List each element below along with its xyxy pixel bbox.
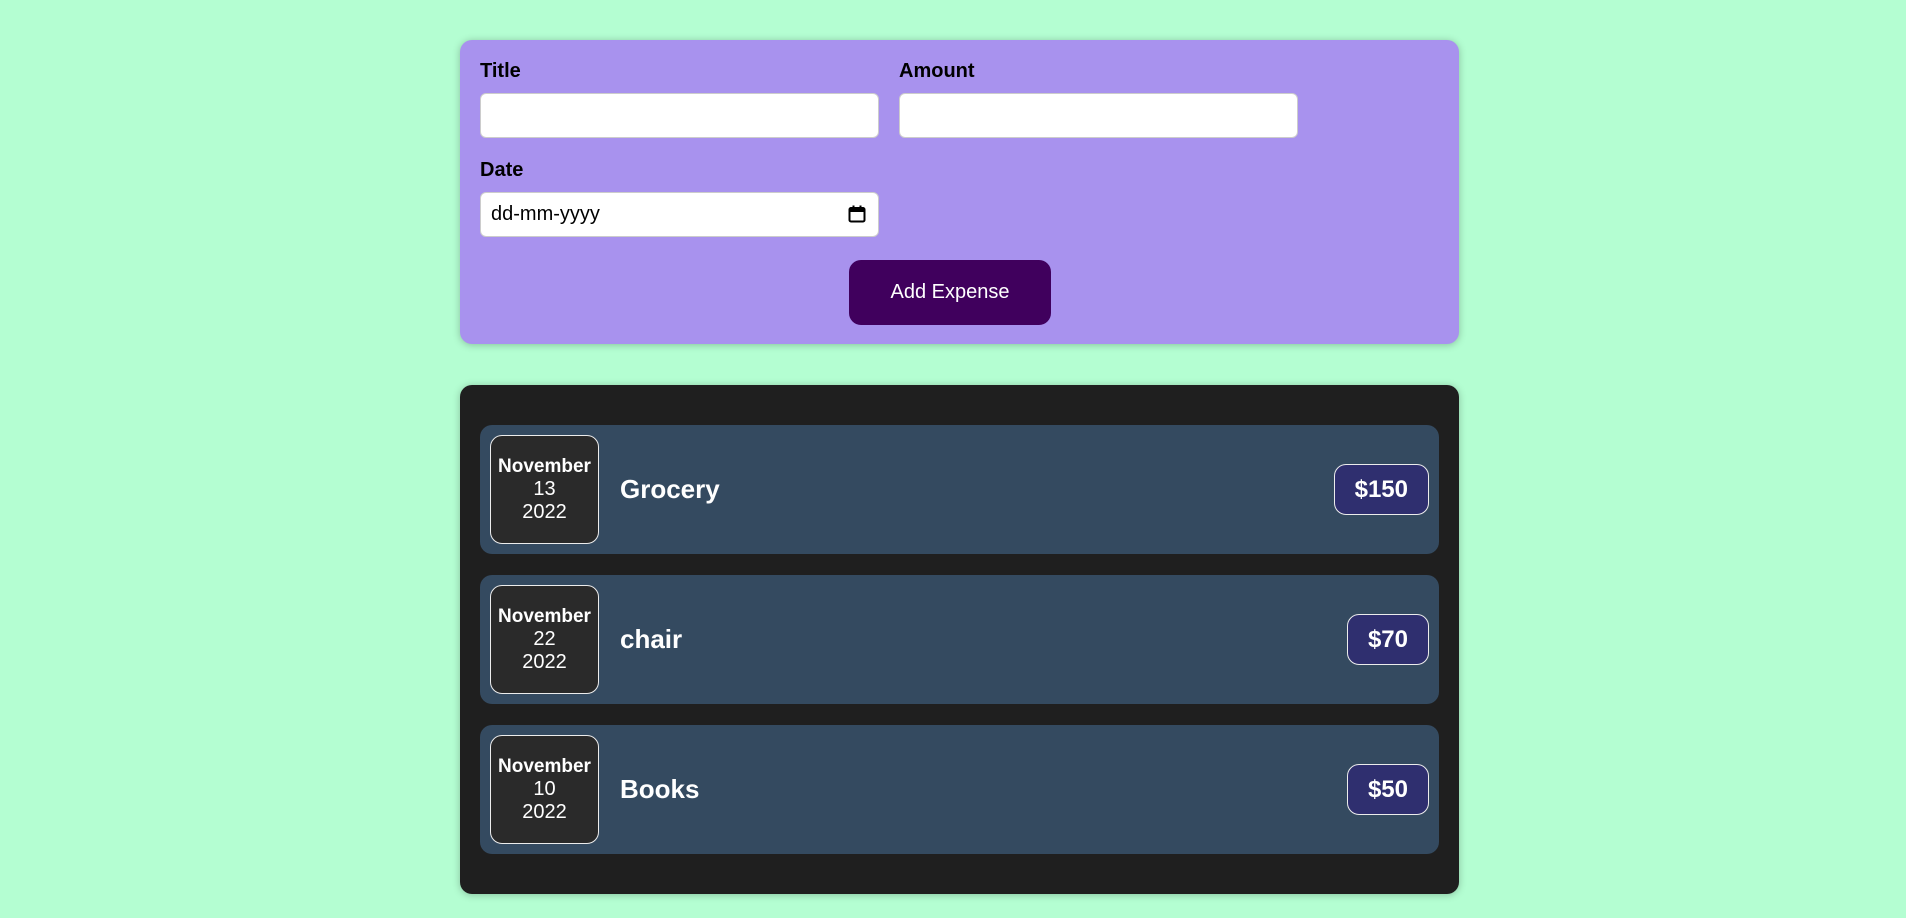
- amount-label: Amount: [899, 60, 975, 82]
- expense-amount: $150: [1333, 464, 1429, 515]
- date-field-group: Date dd-mm-yyyy: [480, 159, 879, 237]
- expense-form: Title Amount Date dd-mm-yyyy Add Expense: [460, 40, 1459, 344]
- amount-field-group: Amount: [899, 60, 1298, 138]
- expense-date-day: 22: [533, 628, 556, 650]
- expense-date-year: 2022: [522, 801, 567, 823]
- expense-title: chair: [620, 624, 683, 654]
- title-input[interactable]: [480, 93, 879, 138]
- expense-title: Grocery: [620, 474, 720, 504]
- expense-date-year: 2022: [522, 501, 567, 523]
- expense-date: November 22 2022: [490, 585, 599, 694]
- expense-date-month: November: [498, 456, 591, 477]
- expense-date-month: November: [498, 756, 591, 777]
- title-field-group: Title: [480, 60, 879, 138]
- expense-date: November 10 2022: [490, 735, 599, 844]
- date-input[interactable]: dd-mm-yyyy: [480, 192, 879, 237]
- expense-item: November 10 2022 Books $50: [480, 725, 1439, 854]
- date-label: Date: [480, 159, 524, 181]
- title-label: Title: [480, 60, 521, 82]
- add-expense-button[interactable]: Add Expense: [849, 260, 1051, 325]
- expense-amount: $70: [1346, 614, 1429, 665]
- expense-item: November 22 2022 chair $70: [480, 575, 1439, 704]
- expense-item: November 13 2022 Grocery $150: [480, 425, 1439, 554]
- expense-title: Books: [620, 774, 700, 804]
- expense-list: November 13 2022 Grocery $150 November 2…: [460, 385, 1459, 894]
- calendar-icon[interactable]: [848, 205, 866, 223]
- amount-input[interactable]: [899, 93, 1298, 138]
- expense-date-year: 2022: [522, 651, 567, 673]
- expense-date-day: 13: [533, 478, 556, 500]
- expense-date: November 13 2022: [490, 435, 599, 544]
- date-placeholder: dd-mm-yyyy: [491, 203, 600, 225]
- expense-amount: $50: [1346, 764, 1429, 815]
- expense-date-month: November: [498, 606, 591, 627]
- expense-date-day: 10: [533, 778, 556, 800]
